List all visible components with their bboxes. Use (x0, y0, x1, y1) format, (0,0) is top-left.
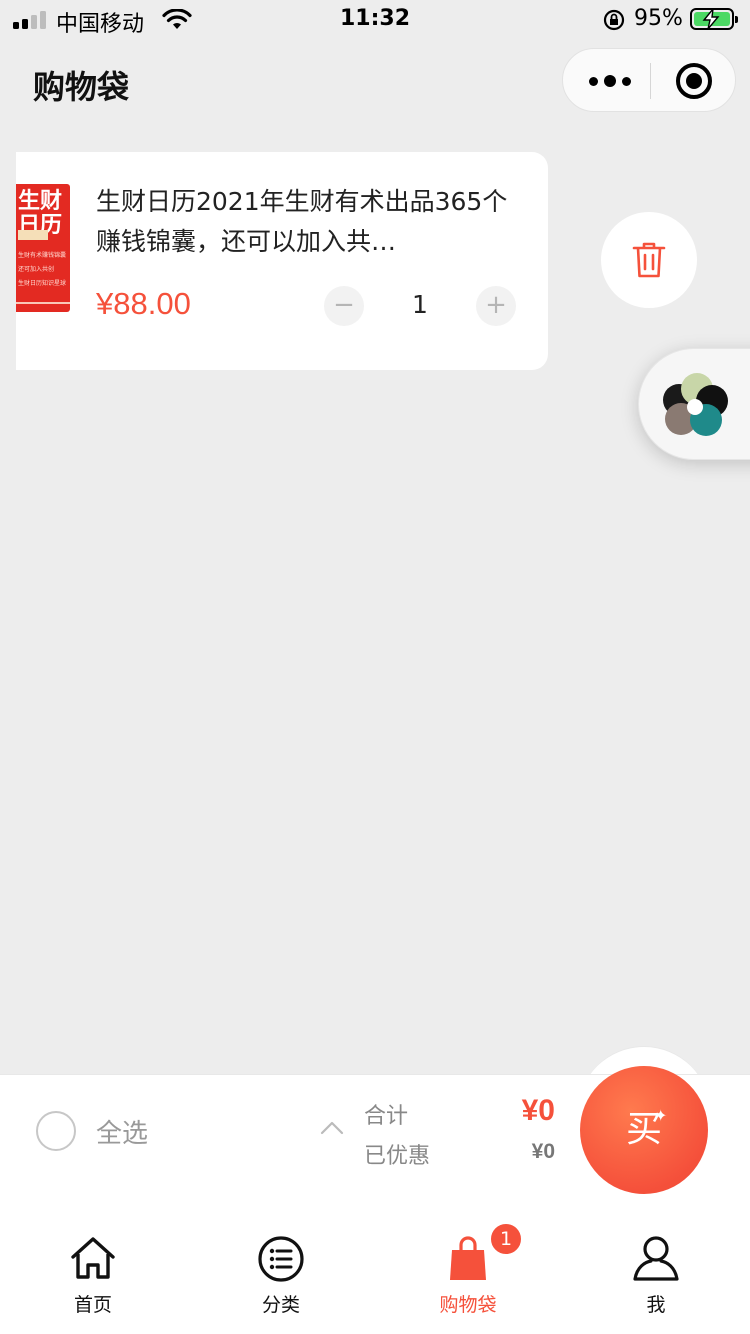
select-all-label[interactable]: 全选 (96, 1113, 148, 1150)
more-dots-icon[interactable] (589, 75, 631, 87)
total-label: 合计 (364, 1104, 409, 1129)
tab-category-label: 分类 (261, 1294, 300, 1316)
battery-percent: 95% (634, 6, 683, 31)
quantity-increase-button[interactable]: + (476, 286, 516, 326)
mini-program-capsule (562, 48, 736, 112)
tab-me[interactable]: 我 (596, 1234, 716, 1317)
tab-me-label: 我 (646, 1294, 666, 1316)
quantity-value[interactable]: 1 (380, 290, 460, 319)
quantity-decrease-button[interactable]: − (324, 286, 364, 326)
sparkle-icon: ✦ (654, 1106, 668, 1125)
target-close-icon[interactable] (676, 63, 712, 99)
list-icon (258, 1236, 304, 1282)
thumbnail-badge (18, 230, 48, 240)
home-icon (71, 1237, 115, 1279)
cart-item-card[interactable]: 生财日历 生财有术赚钱锦囊 还可加入共创 生财日历知识星球 生财日历2021年生… (16, 152, 548, 370)
tab-bar: 首页 分类 购物袋 1 我 (0, 1204, 750, 1334)
floating-app-button[interactable] (638, 348, 750, 460)
thumbnail-divider (16, 302, 70, 304)
discount-label: 已优惠 (364, 1144, 431, 1169)
total-amount: ¥0 (521, 1094, 555, 1127)
product-title[interactable]: 生财日历2021年生财有术出品365个赚钱锦囊，还可以加入共… (96, 182, 526, 262)
thumbnail-text: 生财有术赚钱锦囊 (18, 252, 67, 259)
shopping-bag-icon (450, 1236, 486, 1280)
chevron-up-icon[interactable] (320, 1120, 344, 1136)
product-price: ¥88.00 (96, 286, 191, 321)
capsule-divider (650, 63, 651, 99)
status-bar: 中国移动 11:32 95% (0, 0, 750, 40)
battery-charging-icon (690, 8, 738, 30)
select-all-checkbox[interactable] (36, 1111, 76, 1151)
tab-shopping-bag-label: 购物袋 (439, 1294, 497, 1316)
discount-amount: ¥0 (531, 1140, 555, 1163)
user-icon (633, 1236, 679, 1281)
thumbnail-text: 还可加入共创 (18, 266, 55, 273)
product-thumbnail[interactable]: 生财日历 生财有术赚钱锦囊 还可加入共创 生财日历知识星球 (16, 184, 70, 312)
rotation-lock-icon (603, 9, 625, 31)
page-title: 购物袋 (33, 68, 130, 106)
app-logo-icon (663, 373, 728, 436)
tab-shopping-bag[interactable]: 购物袋 1 (408, 1222, 528, 1317)
trash-icon (632, 242, 666, 278)
tab-home[interactable]: 首页 (33, 1234, 153, 1317)
thumbnail-text: 生财日历知识星球 (18, 280, 67, 287)
tab-home-label: 首页 (73, 1294, 112, 1316)
tab-category[interactable]: 分类 (221, 1234, 341, 1317)
cart-count-badge: 1 (489, 1222, 523, 1256)
delete-item-button[interactable] (601, 212, 697, 308)
buy-button[interactable]: 买 ✦ (580, 1066, 708, 1194)
